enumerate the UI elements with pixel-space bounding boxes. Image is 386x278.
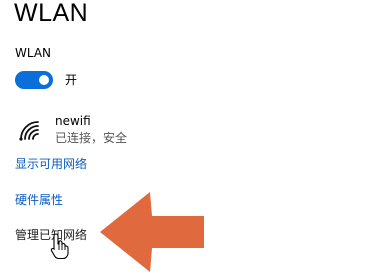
arrow-left-icon <box>100 192 204 272</box>
hand-pointer-icon <box>50 233 69 260</box>
toggle-knob <box>39 75 49 85</box>
wlan-toggle-switch[interactable] <box>15 71 53 89</box>
show-available-networks-link[interactable]: 显示可用网络 <box>15 156 87 172</box>
network-status: 已连接，安全 <box>55 131 128 145</box>
network-name: newifi <box>55 114 91 128</box>
connected-network-item[interactable]: newifi 已连接，安全 <box>15 113 215 149</box>
hardware-properties-link[interactable]: 硬件属性 <box>15 192 63 208</box>
wlan-toggle-state: 开 <box>65 73 78 87</box>
page-title: WLAN <box>14 0 89 27</box>
wifi-icon <box>19 121 39 141</box>
wlan-section-label: WLAN <box>15 46 52 60</box>
wlan-toggle-row: 开 <box>15 70 77 90</box>
